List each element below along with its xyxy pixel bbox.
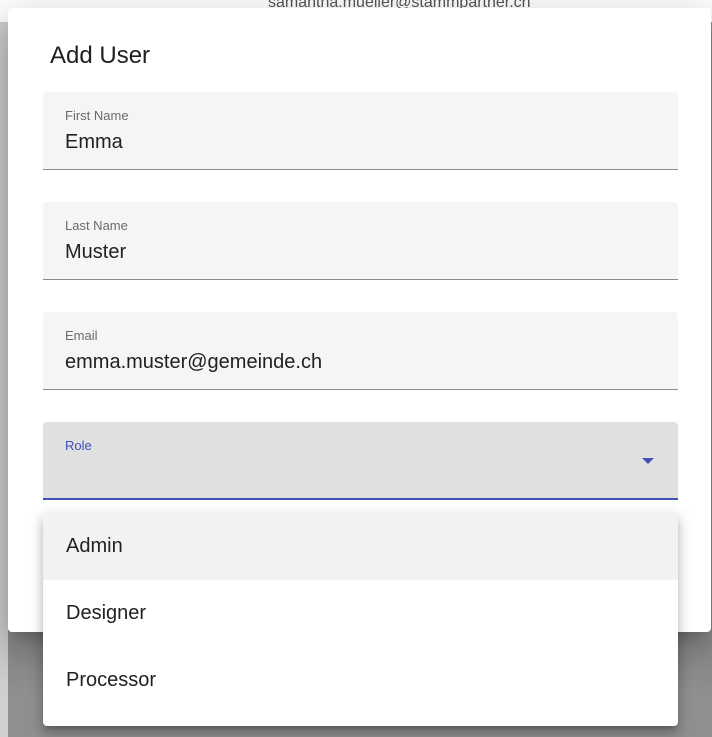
role-dropdown-menu: Admin Designer Processor (43, 513, 678, 726)
last-name-label: Last Name (65, 218, 128, 233)
dropdown-arrow-icon[interactable] (642, 458, 654, 464)
page-behind-edge (0, 22, 8, 737)
first-name-input[interactable]: Emma (65, 131, 123, 154)
dialog-title: Add User (50, 42, 151, 69)
email-input[interactable]: emma.muster@gemeinde.ch (65, 351, 322, 374)
role-option-admin[interactable]: Admin (43, 513, 678, 580)
role-label: Role (65, 438, 92, 453)
last-name-field[interactable]: Last Name Muster (43, 202, 678, 280)
email-field[interactable]: Email emma.muster@gemeinde.ch (43, 312, 678, 390)
first-name-field[interactable]: First Name Emma (43, 92, 678, 170)
role-option-designer[interactable]: Designer (43, 580, 678, 647)
role-select[interactable]: Role (43, 422, 678, 500)
last-name-input[interactable]: Muster (65, 241, 126, 264)
email-label: Email (65, 328, 98, 343)
role-option-processor[interactable]: Processor (43, 647, 678, 714)
first-name-label: First Name (65, 108, 129, 123)
